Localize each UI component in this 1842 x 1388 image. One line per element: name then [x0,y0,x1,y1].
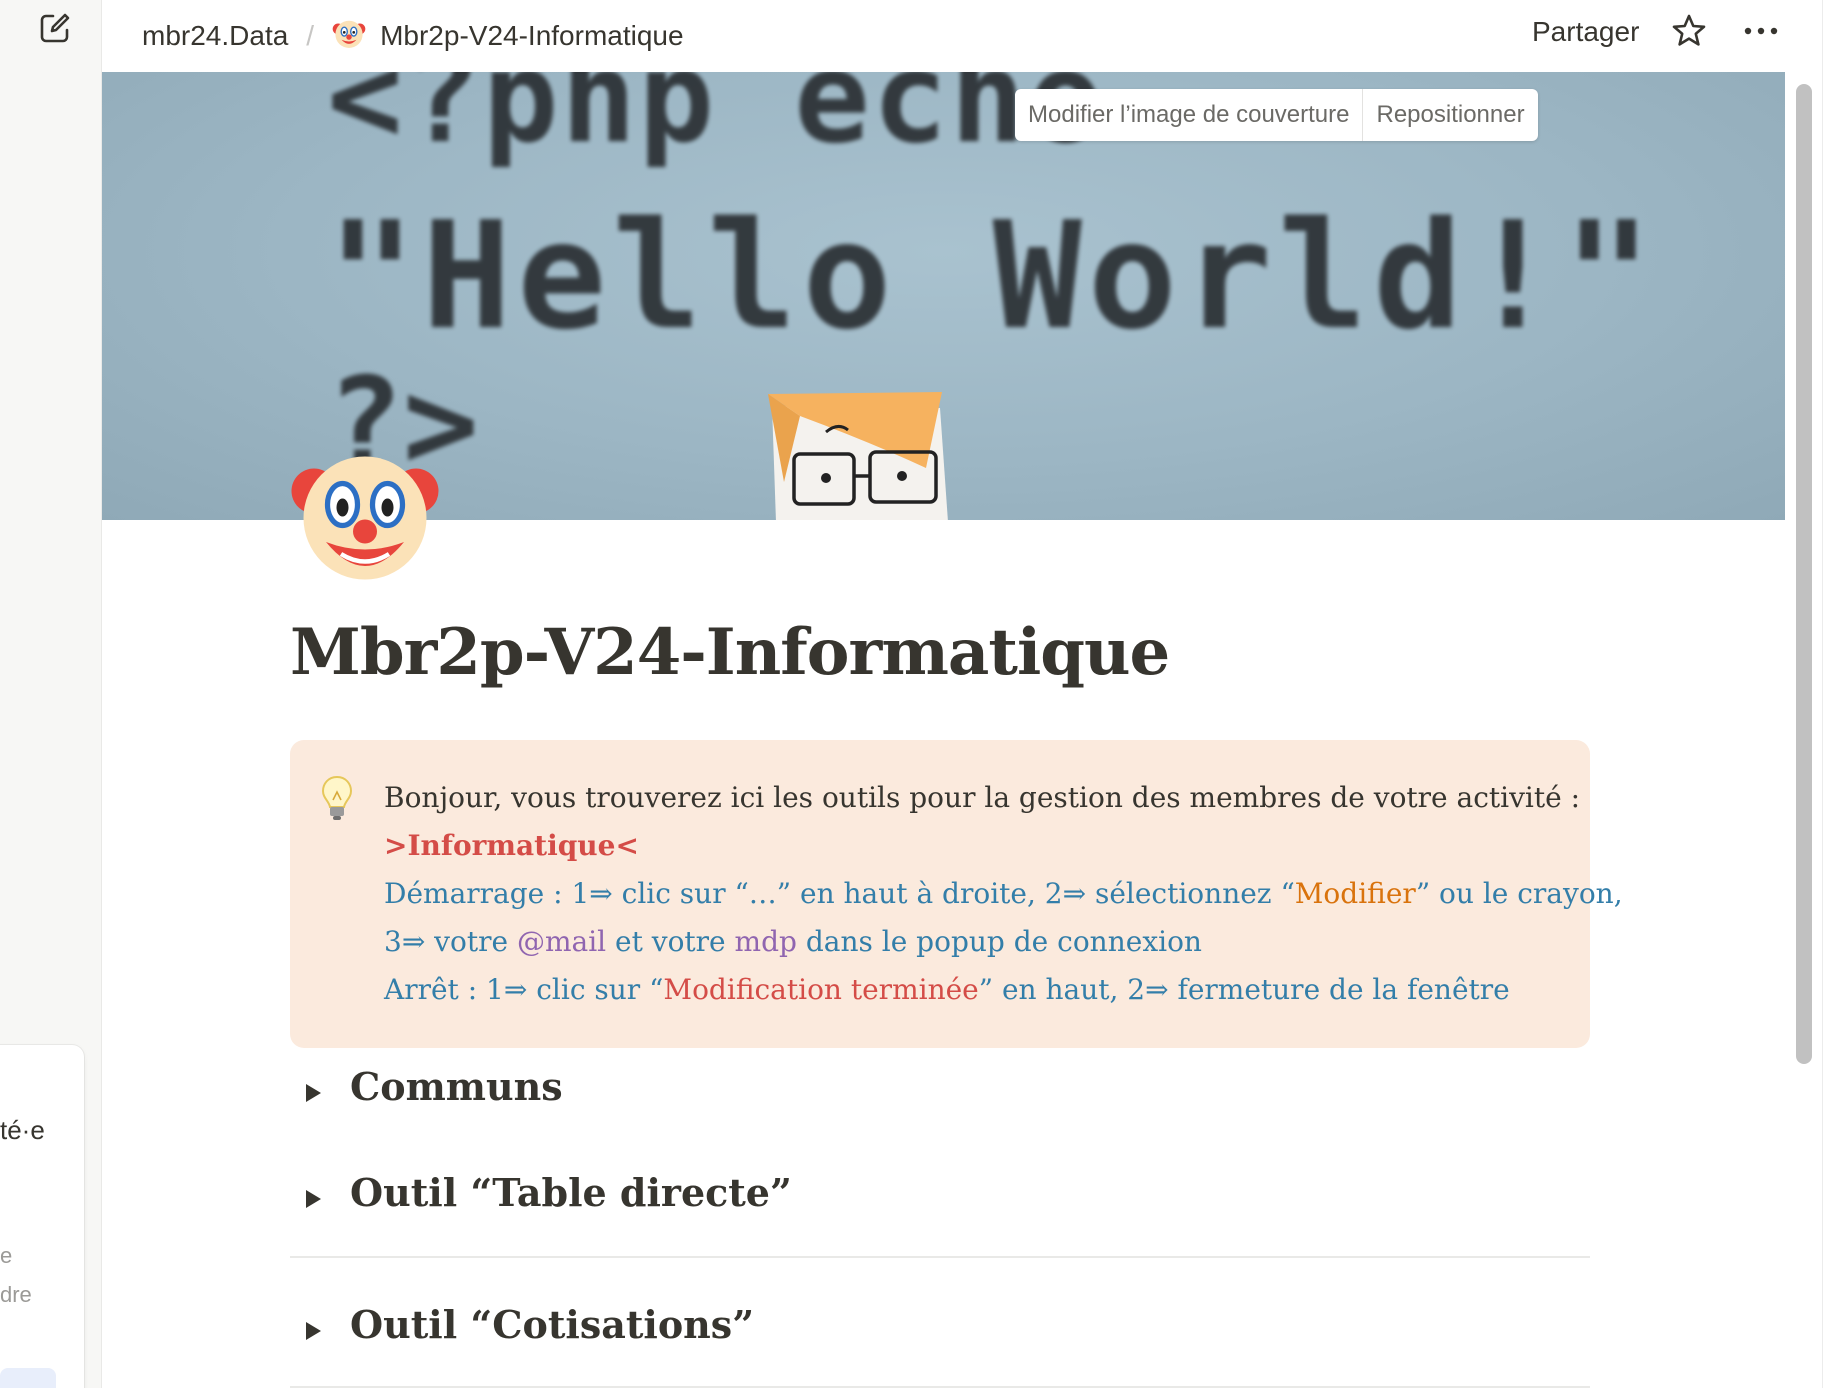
breadcrumb-page-label: Mbr2p-V24-Informatique [380,20,684,51]
cover-code-line: <?php echo [327,72,1106,171]
reposition-button[interactable]: Repositionner [1362,89,1537,141]
toggle-label: Communs [350,1064,563,1109]
breadcrumb-page[interactable]: Mbr2p-V24-Informatique [328,14,687,59]
scrollbar-thumb[interactable] [1796,84,1812,1064]
callout-block[interactable]: Bonjour, vous trouverez ici les outils p… [290,740,1623,1048]
callout-text-segment: et votre [606,925,735,958]
clown-face-icon [332,16,366,57]
callout-line: Arrêt : 1⇒ clic sur “Modification termin… [384,966,1574,1014]
share-button[interactable]: Partager [1524,12,1647,52]
callout-text-segment: Démarrage : 1⇒ clic sur “…” en haut à dr… [384,877,1295,910]
breadcrumb: mbr24.Data / Mbr2p-V24-Informatique [138,14,688,58]
more-dots-icon [1743,24,1779,42]
toggle-triangle-icon[interactable] [306,1322,321,1340]
callout-text-segment: Arrêt : 1⇒ clic sur “ [384,973,664,1006]
divider [290,1256,1590,1258]
callout-text-segment: @mail [516,925,607,958]
callout-text-segment: 3⇒ votre [384,925,517,958]
toggle-communs[interactable]: Communs [290,1060,1590,1120]
lightbulb-icon [320,774,354,822]
breadcrumb-workspace[interactable]: mbr24.Data [138,18,292,54]
cover-code-line: "Hello World!" [327,190,1659,362]
callout-line: 3⇒ votre @mail et votre mdp dans le popu… [384,918,1574,966]
figurine-image [760,372,980,520]
star-icon [1671,13,1707,54]
new-page-button[interactable] [36,11,74,49]
sidebar-card [0,1045,84,1388]
callout-text-segment: ” en haut, 2⇒ fermeture de la fenêtre [978,973,1510,1006]
callout-line: Démarrage : 1⇒ clic sur “…” en haut à dr… [384,870,1623,918]
clown-face-icon [290,456,440,594]
toggle-label: Outil “Cotisations” [350,1302,755,1347]
breadcrumb-separator: / [306,20,315,51]
toggle-label: Outil “Table directe” [350,1170,792,1215]
callout-text-segment: ” ou le crayon, [1415,877,1623,910]
toggle-table-directe[interactable]: Outil “Table directe” [290,1166,1590,1226]
toggle-cotisations[interactable]: Outil “Cotisations” [290,1298,1590,1358]
sidebar: té·e e dre [0,0,102,1388]
top-bar: mbr24.Data / Mbr2p-V24-Informatique Part… [102,0,1842,72]
callout-text-segment: Modification terminée [663,973,979,1006]
more-button[interactable] [1740,12,1782,54]
sidebar-text-fragment: dre [0,1282,32,1307]
callout-line: >Informatique< [384,829,639,862]
page-title[interactable]: Mbr2p-V24-Informatique [290,615,1170,690]
compose-icon [38,11,72,50]
page-icon[interactable] [290,440,440,590]
window-edge [1822,0,1842,1388]
sidebar-text-fragment: e [0,1243,13,1268]
sidebar-text-fragment: té·e [0,1115,45,1145]
callout-text-segment: Modifier [1294,877,1416,910]
sidebar-button[interactable] [0,1368,56,1388]
favorite-button[interactable] [1668,12,1710,54]
toggle-triangle-icon[interactable] [306,1084,321,1102]
callout-text-segment: mdp [734,925,797,958]
callout-text: Bonjour, vous trouverez ici les outils p… [384,774,1623,1014]
callout-line: Bonjour, vous trouverez ici les outils p… [384,781,1581,814]
toggle-triangle-icon[interactable] [306,1190,321,1208]
cover-controls: Modifier l’image de couverture Repositio… [1015,89,1538,141]
change-cover-button[interactable]: Modifier l’image de couverture [1015,89,1362,141]
callout-text-segment: dans le popup de connexion [796,925,1202,958]
